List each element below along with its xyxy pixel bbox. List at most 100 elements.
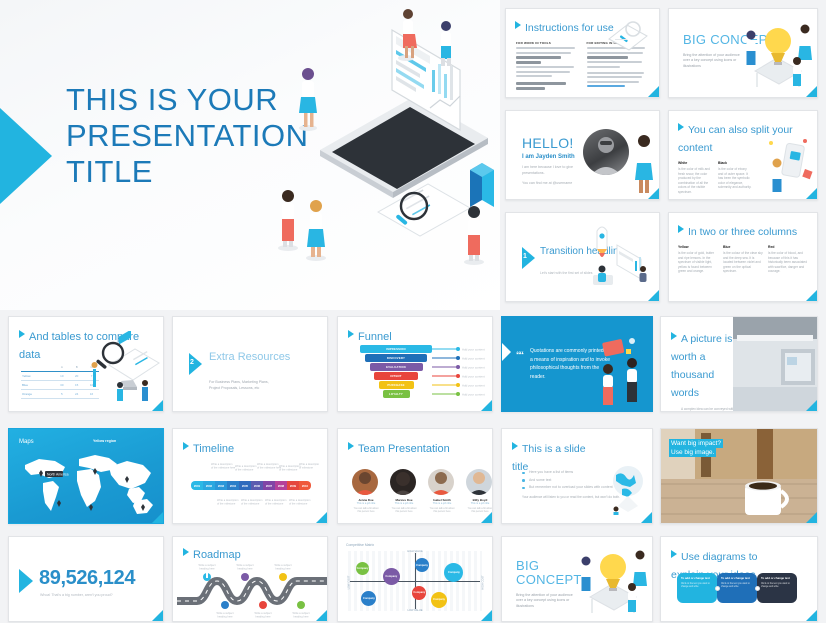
slide-extra-resources[interactable]: 2 Extra Resources For Business Plans, Ma… (172, 316, 328, 412)
slide-corner-accent (316, 512, 327, 523)
column-body: Is the color of ebony and of outer space… (718, 167, 752, 190)
svg-text:Write a subject: Write a subject (236, 563, 253, 567)
matrix-bubble[interactable]: Company (382, 567, 400, 585)
card-body: Click on the text you want to change and… (681, 582, 710, 588)
member-role: This is a job title (432, 502, 452, 505)
slide-competitive-matrix[interactable]: Competitive Matrix HIGH VALUE LOW VALUE … (337, 536, 493, 622)
standing-woman-illustration (635, 135, 653, 193)
svg-text:of milestone: of milestone (299, 466, 314, 470)
slide-big-concept-2[interactable]: BIG CONCEPT Bring the attention of your … (501, 536, 653, 622)
mobile-phone-people-illustration (769, 139, 813, 192)
matrix-bubble[interactable]: Company (412, 585, 427, 600)
slide-corner-accent (806, 290, 817, 301)
play-triangle-icon (671, 549, 677, 558)
slide-instructions-for-use[interactable]: Instructions for use FOR WORK IN TOOLS F… (505, 8, 660, 98)
svg-text:heading here: heading here (237, 566, 253, 570)
diagram-card[interactable]: To add or change text Click on the text … (677, 573, 717, 603)
slide-roadmap[interactable]: Roadmap Write a subject heading here Writ… (172, 536, 328, 622)
svg-text:heading here: heading here (217, 614, 233, 618)
axis-label-left: LOW COST (347, 575, 351, 590)
slide-corner-accent (806, 512, 817, 523)
magnifier-document-icon (608, 21, 648, 51)
slide-funnel[interactable]: Funnel IMPRESSION DISCOVERY EVALUATION I… (337, 316, 493, 412)
list-item[interactable]: Isabel Smith This is a job title You can… (428, 469, 456, 514)
slide-title: Funnel (358, 331, 392, 343)
diagram-card[interactable]: To add or change text Click on the text … (717, 573, 757, 603)
avatar (466, 469, 492, 495)
svg-text:of the milestone: of the milestone (279, 468, 298, 472)
svg-text:Write a description: Write a description (241, 498, 263, 502)
slide-title: Team Presentation (358, 443, 450, 455)
slide-use-diagrams[interactable]: Use diagrams to explain your ideas To ad… (660, 536, 818, 622)
column-red: Red Is the color of blood, and because o… (768, 245, 808, 274)
slide-corner-accent (316, 610, 327, 621)
timeline-captions: Write a descriptionof the milestone here… (211, 462, 319, 506)
diagram-card[interactable]: To add or change text Click on the text … (757, 573, 797, 603)
svg-text:Write a description: Write a description (257, 462, 279, 466)
slide-title: Competitive Matrix (346, 543, 375, 547)
card-body: Click on the text you want to change and… (761, 582, 790, 588)
slide-timeline[interactable]: Timeline 2001 2002 2003 2004 2005 2006 2… (172, 428, 328, 524)
list-item[interactable]: Billy Boyd This is a job title You can t… (466, 469, 492, 514)
slide-transition-headline[interactable]: 1 Transition headline Let's start with t… (505, 212, 660, 302)
lightbulb-people-illustration (581, 550, 647, 613)
svg-text:of the milestone: of the milestone (235, 468, 254, 472)
funnel-stage: LOYALTY (382, 390, 410, 398)
connector-dot (714, 585, 720, 591)
svg-text:Add your content: Add your content (462, 375, 485, 379)
svg-text:Add your content: Add your content (462, 348, 485, 352)
slide-corner-accent (806, 610, 817, 621)
svg-text:Write a description: Write a description (217, 498, 239, 502)
list-item[interactable]: Jenna Doe This is a job title You can ta… (352, 469, 380, 514)
diagram-card-row: To add or change text Click on the text … (677, 573, 797, 603)
list-item[interactable]: Marcus Doe This is a job title You can t… (390, 469, 418, 514)
slide-three-columns[interactable]: In two or three columns Yellow Is the co… (668, 212, 818, 302)
svg-text:heading here: heading here (199, 566, 215, 570)
svg-text:Write a subject: Write a subject (254, 611, 271, 615)
matrix-bubble[interactable]: Company (431, 591, 448, 608)
matrix-bubble[interactable]: Company (415, 558, 429, 573)
rocket-monitor-illustration (593, 226, 647, 285)
matrix-bubble[interactable]: Company (356, 561, 370, 575)
svg-text:Write a subject: Write a subject (292, 611, 309, 615)
axis-label-top: HIGH VALUE (407, 550, 423, 553)
headline-line-2: Use big image. (669, 448, 717, 457)
instructions-column-1: FOR WORK IN TOOLS (516, 41, 579, 92)
slide-this-is-a-slide-title[interactable]: This is a slide title Here you have a li… (501, 428, 653, 524)
column-heading: Black (718, 161, 728, 165)
slide-corner-accent (806, 86, 817, 97)
slide-title: In two or three columns (688, 226, 798, 238)
slide-picture-worth-words[interactable]: A picture is worth a thousand words A co… (660, 316, 818, 412)
slide-corner-accent (806, 188, 817, 199)
map-region-label: Yellow region (93, 439, 117, 443)
lightbulb-people-illustration (746, 24, 812, 87)
matrix-bubble[interactable]: Company (444, 563, 464, 582)
column-heading: FOR WORK IN TOOLS (516, 41, 552, 45)
slide-split-content[interactable]: You can also split your content White Is… (668, 110, 818, 200)
matrix-x-axis (350, 581, 480, 582)
play-triangle-icon (0, 108, 52, 204)
slide-hello-intro[interactable]: HELLO! I am Jayden Smith I am here becau… (505, 110, 660, 200)
slide-corner-accent (648, 290, 659, 301)
slide-corner-accent (152, 512, 163, 523)
slide-big-concept[interactable]: BIG CONCEPT Bring the attention of your … (668, 8, 818, 98)
funnel-callout-lines: Add your content Add your content Add you… (432, 347, 485, 397)
svg-text:of the milestone: of the milestone (241, 502, 260, 506)
svg-text:heading here: heading here (275, 566, 291, 570)
slide-maps[interactable]: Maps Yellow region North America (8, 428, 164, 524)
slide-big-number[interactable]: 89,526,124 Whoa! That's a big number, ar… (8, 536, 164, 622)
svg-text:Add your content: Add your content (462, 357, 485, 361)
slide-quotation[interactable]: ““ Quotations are commonly printed as a … (501, 316, 653, 412)
slide-big-image[interactable]: Want big impact? Use big image. (660, 428, 818, 524)
hero-title-slide[interactable]: THIS IS YOUR PRESENTATION TITLE (0, 0, 500, 310)
slide-title: Maps (19, 439, 34, 445)
slide-tables-compare-data[interactable]: And tables to compare data A B C Yellow … (8, 316, 164, 412)
column-body: Is the color of gold, butter and ripe le… (678, 251, 714, 274)
matrix-bubble[interactable]: Company (361, 590, 377, 606)
connector-dot (754, 585, 760, 591)
slide-team-presentation[interactable]: Team Presentation Jenna Doe This is a jo… (337, 428, 493, 524)
big-number-value: 89,526,124 (39, 567, 136, 589)
funnel-stage: IMPRESSION (360, 345, 432, 353)
avatar (352, 469, 378, 495)
world-map-icon: North America (25, 455, 153, 514)
